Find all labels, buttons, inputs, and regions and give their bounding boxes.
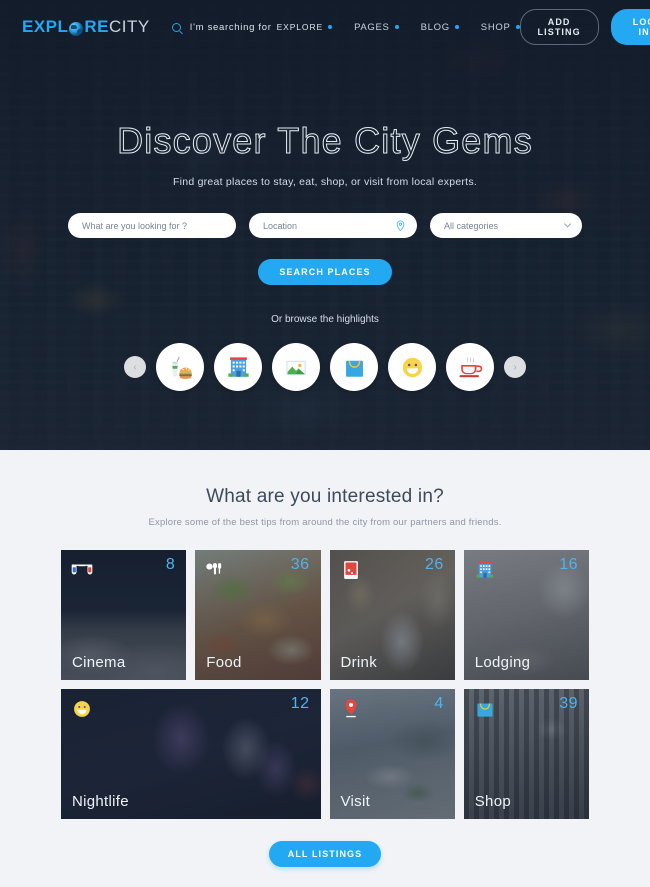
bullet-dot-icon <box>328 25 333 29</box>
section-title: What are you interested in? <box>206 486 444 507</box>
shopping-bag-icon <box>345 360 363 377</box>
category-card-drink[interactable]: 26 Drink <box>329 550 455 680</box>
card-count: 16 <box>559 556 578 573</box>
card-label: Drink <box>340 654 378 671</box>
smiley-face-icon <box>71 698 93 720</box>
interest-section: What are you interested in? Explore some… <box>0 450 650 887</box>
cutlery-icon <box>205 559 227 581</box>
nav-search-keyword: EXPLORE <box>276 22 324 32</box>
coffee-cup-icon <box>459 356 482 377</box>
category-card-shop[interactable]: 39 Shop <box>463 689 589 819</box>
nav-item-label: BLOG <box>420 21 450 33</box>
logo-text-part1: EXPL <box>22 17 69 36</box>
category-cards-grid: 8 Cinema 36 Food 26 Drink 16 Lodging 12 … <box>61 550 589 819</box>
food-burger-drink-icon <box>171 356 192 379</box>
card-count: 12 <box>290 695 310 712</box>
card-label: Cinema <box>72 654 126 671</box>
card-label: Lodging <box>474 654 531 671</box>
highlight-circle-shop[interactable] <box>330 343 378 391</box>
location-search-input[interactable]: Location <box>249 213 417 238</box>
all-listings-wrap: ALL LISTINGS <box>0 841 650 887</box>
nav-item-label: PAGES <box>354 21 390 33</box>
logo-text-part2: RE <box>84 17 110 36</box>
category-selected-value: All categories <box>444 220 499 231</box>
carousel-next-button[interactable]: › <box>504 356 526 378</box>
globe-icon <box>69 22 84 36</box>
nav-links: I'm searching for EXPLORE PAGES BLOG SHO… <box>171 21 520 33</box>
card-count: 39 <box>559 695 578 712</box>
category-card-nightlife[interactable]: 12 Nightlife <box>61 689 321 819</box>
location-pin-icon[interactable] <box>396 220 405 231</box>
category-select[interactable]: All categories <box>430 213 582 238</box>
location-input-placeholder: Location <box>263 220 298 231</box>
search-button-wrap: SEARCH PLACES <box>0 259 650 285</box>
highlight-circle-photo[interactable] <box>272 343 320 391</box>
card-count: 8 <box>165 556 176 573</box>
highlights-carousel: ‹ › <box>0 343 650 391</box>
category-card-food[interactable]: 36 Food <box>195 550 321 680</box>
card-count: 26 <box>424 556 444 573</box>
log-in-button[interactable]: LOG IN <box>610 9 650 45</box>
search-places-button[interactable]: SEARCH PLACES <box>258 259 392 285</box>
nav-item-label: SHOP <box>480 21 511 33</box>
nav-item-pages[interactable]: PAGES <box>354 22 399 33</box>
card-label: Nightlife <box>72 793 129 810</box>
hotel-building-icon <box>227 356 249 377</box>
hero-section: EXPL RE CITY I'm searching for EXPLORE PAG… <box>0 0 650 450</box>
highlight-circle-nightlife[interactable] <box>388 343 436 391</box>
card-label: Shop <box>474 793 511 810</box>
category-card-cinema[interactable]: 8 Cinema <box>61 550 187 680</box>
logo-text-part3: CITY <box>109 17 150 36</box>
nav-item-blog[interactable]: BLOG <box>421 22 459 33</box>
site-logo[interactable]: EXPL RE CITY <box>22 17 150 37</box>
section-subtitle: Explore some of the best tips from aroun… <box>148 517 502 528</box>
highlight-circle-coffee[interactable] <box>446 343 494 391</box>
nav-item-shop[interactable]: SHOP <box>481 22 520 33</box>
search-icon <box>171 22 181 32</box>
nav-search-prefix: I'm searching for <box>189 21 272 33</box>
add-listing-button[interactable]: ADD LISTING <box>519 9 599 45</box>
card-count: 36 <box>290 556 310 573</box>
card-label: Visit <box>340 793 371 810</box>
smiley-face-icon <box>402 357 422 377</box>
drink-cup-icon <box>340 559 362 581</box>
shopping-bag-icon <box>474 698 496 720</box>
bullet-dot-icon <box>454 25 459 29</box>
nav-search-trigger[interactable]: I'm searching for EXPLORE <box>171 21 333 33</box>
hero-subtitle: Find great places to stay, eat, shop, or… <box>172 176 477 188</box>
highlight-circle-lodging[interactable] <box>214 343 262 391</box>
card-label: Food <box>206 654 242 671</box>
photo-image-icon <box>285 360 306 375</box>
carousel-prev-button[interactable]: ‹ <box>124 356 146 378</box>
browse-highlights-label: Or browse the highlights <box>271 314 379 325</box>
all-listings-button[interactable]: ALL LISTINGS <box>268 841 382 867</box>
keyword-input-placeholder: What are you looking for ? <box>82 220 188 231</box>
card-count: 4 <box>434 695 444 712</box>
page-root: EXPL RE CITY I'm searching for EXPLORE PAG… <box>0 0 650 887</box>
map-pin-icon <box>340 698 362 720</box>
category-card-visit[interactable]: 4 Visit <box>329 689 455 819</box>
bullet-dot-icon <box>394 25 399 29</box>
hero-title: Discover The City Gems <box>117 120 533 162</box>
3d-glasses-icon <box>71 559 93 581</box>
highlight-circle-food[interactable] <box>156 343 204 391</box>
hotel-building-icon <box>474 559 496 581</box>
navbar-actions: ADD LISTING LOG IN <box>519 9 650 45</box>
chevron-down-icon <box>563 220 572 228</box>
hero-search-bar: What are you looking for ? Location All … <box>0 213 650 238</box>
keyword-search-input[interactable]: What are you looking for ? <box>68 213 236 238</box>
category-card-lodging[interactable]: 16 Lodging <box>463 550 589 680</box>
navbar: EXPL RE CITY I'm searching for EXPLORE PAG… <box>0 0 650 54</box>
